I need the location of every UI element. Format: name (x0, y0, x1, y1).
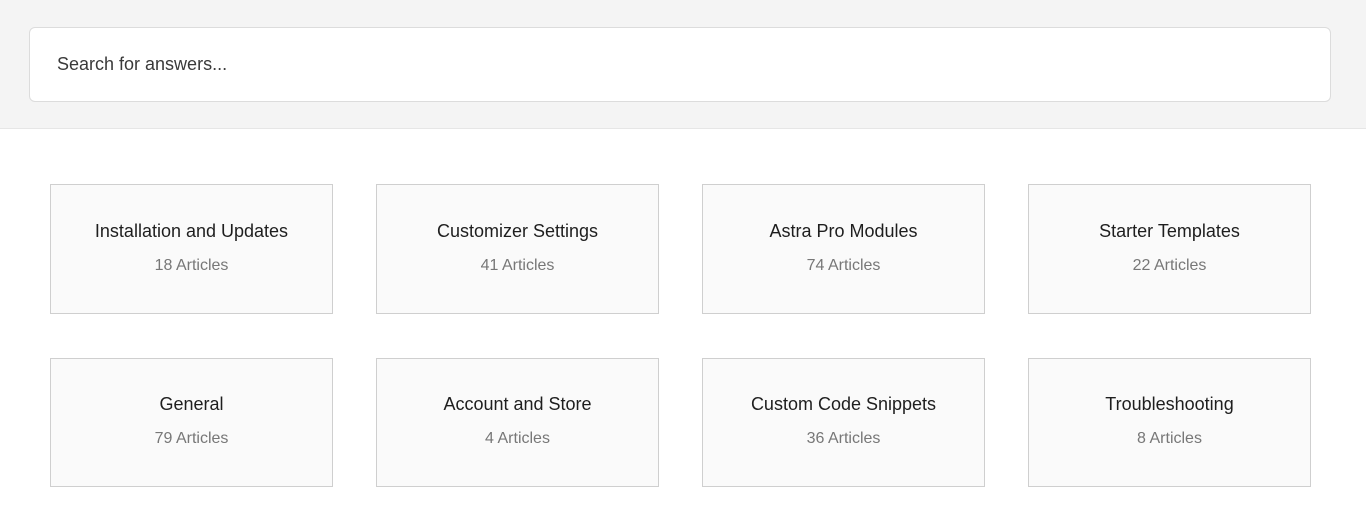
category-article-count: 41 Articles (480, 256, 555, 274)
category-title: Astra Pro Modules (769, 220, 918, 241)
category-article-count: 79 Articles (154, 430, 229, 447)
category-article-count: 36 Articles (806, 430, 881, 447)
category-title: Customizer Settings (436, 220, 599, 241)
search-section (0, 0, 1366, 129)
category-title: Troubleshooting (1105, 394, 1234, 414)
category-article-count: 22 Articles (1132, 256, 1207, 274)
category-article-count: 4 Articles (485, 430, 550, 447)
category-card-installation-and-updates[interactable]: Installation and Updates 18 Articles (50, 184, 333, 314)
category-grid: Installation and Updates 18 Articles Cus… (50, 184, 1311, 487)
category-card-starter-templates[interactable]: Starter Templates 22 Articles (1028, 184, 1311, 314)
category-article-count: 74 Articles (806, 256, 881, 274)
category-title: Custom Code Snippets (750, 394, 937, 414)
category-title: Starter Templates (1099, 220, 1240, 241)
search-input[interactable] (30, 28, 1330, 101)
category-article-count: 18 Articles (154, 256, 229, 274)
category-title: Installation and Updates (94, 220, 289, 241)
category-article-count: 8 Articles (1137, 430, 1202, 447)
category-card-customizer-settings[interactable]: Customizer Settings 41 Articles (376, 184, 659, 314)
category-card-custom-code-snippets[interactable]: Custom Code Snippets 36 Articles (702, 358, 985, 487)
category-card-account-and-store[interactable]: Account and Store 4 Articles (376, 358, 659, 487)
category-card-troubleshooting[interactable]: Troubleshooting 8 Articles (1028, 358, 1311, 487)
category-title: General (159, 394, 224, 414)
category-title: Account and Store (443, 394, 592, 414)
category-card-general[interactable]: General 79 Articles (50, 358, 333, 487)
search-box[interactable] (29, 27, 1331, 102)
category-card-astra-pro-modules[interactable]: Astra Pro Modules 74 Articles (702, 184, 985, 314)
